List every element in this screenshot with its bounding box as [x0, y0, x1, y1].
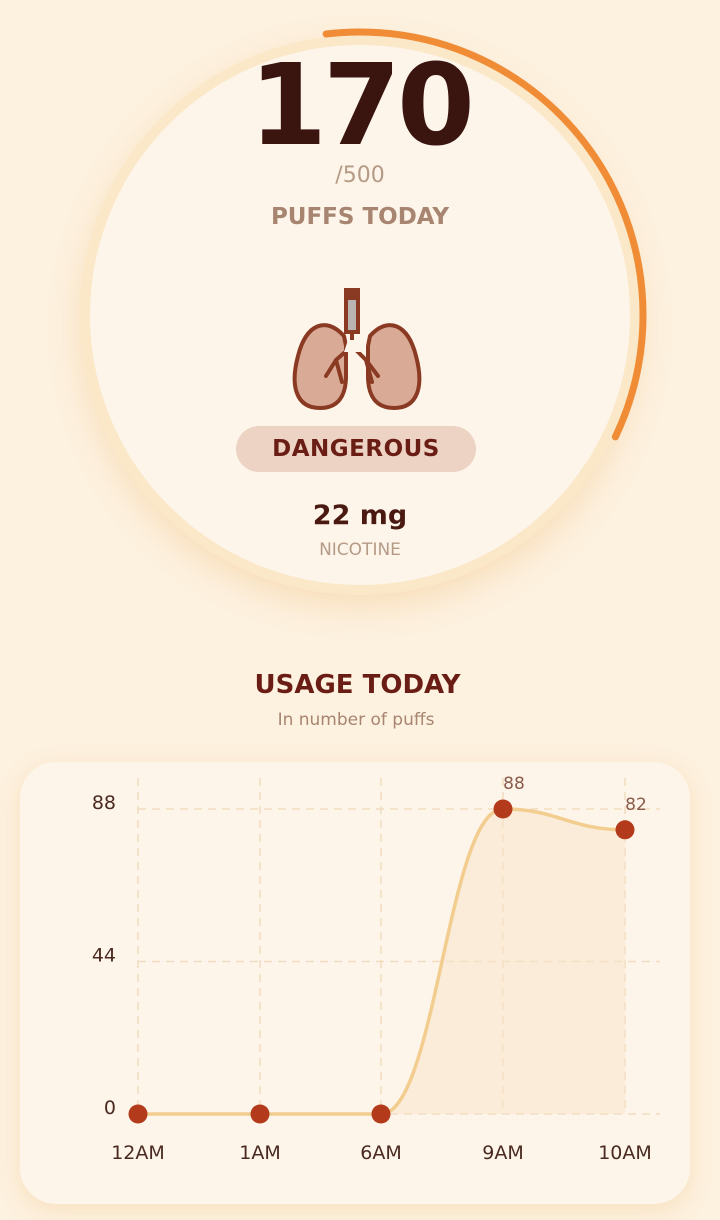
y-tick-label: 44: [92, 945, 116, 967]
data-point-1AM: [250, 1104, 270, 1124]
data-point-12AM: [128, 1104, 148, 1124]
data-point-6AM: [371, 1104, 391, 1124]
data-label-9AM: 88: [503, 774, 525, 794]
x-tick-label-1AM: 1AM: [239, 1142, 280, 1164]
x-tick-label-10AM: 10AM: [598, 1142, 652, 1164]
data-point-10AM: [615, 820, 635, 840]
x-tick-label-9AM: 9AM: [482, 1142, 523, 1164]
x-tick-label-12AM: 12AM: [111, 1142, 165, 1164]
y-tick-label: 88: [92, 792, 116, 814]
x-tick-label-6AM: 6AM: [360, 1142, 401, 1164]
data-label-10AM: 82: [625, 795, 647, 815]
y-tick-label: 0: [104, 1097, 116, 1119]
data-point-9AM: [493, 799, 513, 819]
usage-chart: 0 44 88 88 82 12AM 1AM 6AM 9AM 10AM: [92, 774, 660, 1164]
